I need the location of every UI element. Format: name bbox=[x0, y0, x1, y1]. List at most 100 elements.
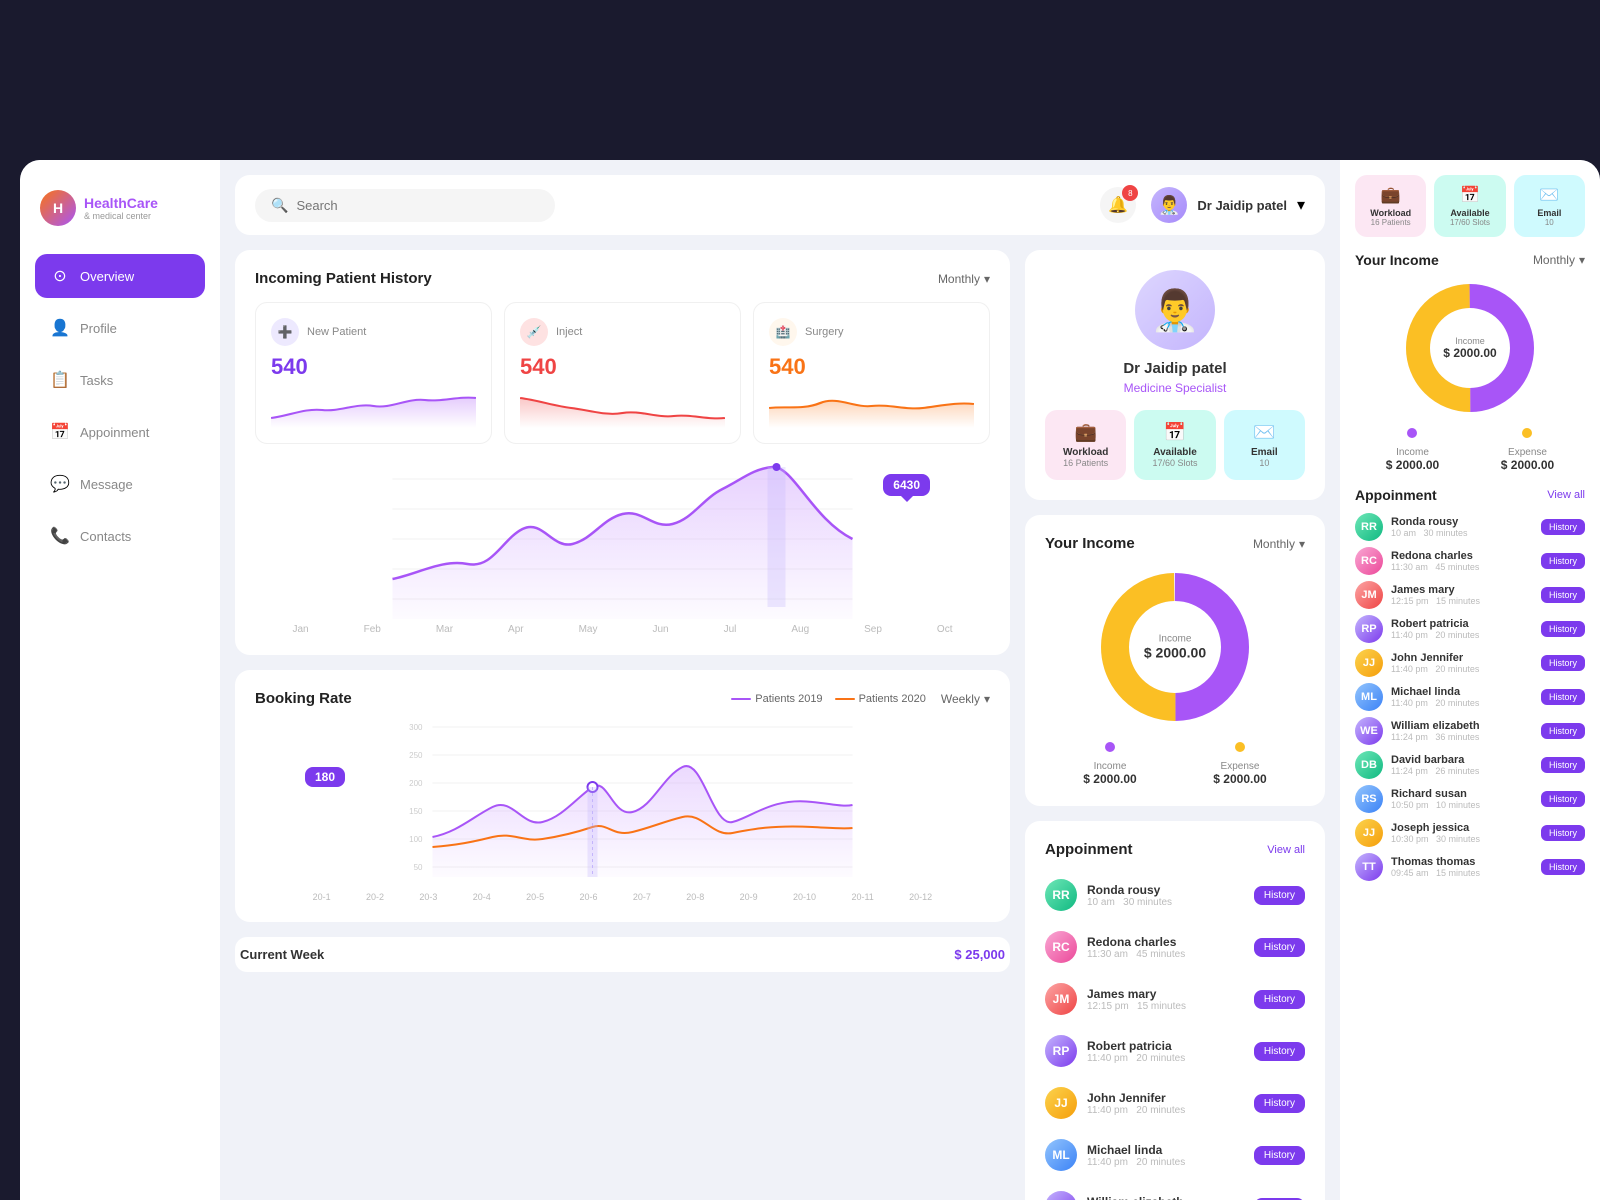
history-button[interactable]: History bbox=[1254, 1042, 1305, 1061]
sidebar-item-tasks[interactable]: 📋 Tasks bbox=[35, 358, 205, 402]
incoming-period-dropdown[interactable]: Monthly ▾ bbox=[938, 272, 990, 286]
content-grid: Incoming Patient History Monthly ▾ ➕ New… bbox=[235, 250, 1325, 1200]
rs-history-button[interactable]: History bbox=[1541, 587, 1585, 603]
svg-text:200: 200 bbox=[409, 779, 423, 788]
chevron-down-icon: ▾ bbox=[1297, 195, 1305, 215]
sidebar-item-appoinment[interactable]: 📅 Appoinment bbox=[35, 410, 205, 454]
search-input[interactable] bbox=[296, 198, 539, 213]
notification-button[interactable]: 🔔 8 bbox=[1100, 187, 1136, 223]
doctor-specialty: Medicine Specialist bbox=[1045, 381, 1305, 395]
overview-icon: ⊙ bbox=[50, 266, 70, 286]
rs-appt-avatar: JM bbox=[1355, 581, 1383, 609]
search-icon: 🔍 bbox=[271, 197, 288, 214]
appt-avatar: ML bbox=[1045, 1139, 1077, 1171]
user-avatar: 👨‍⚕️ bbox=[1151, 187, 1187, 223]
logo: H HealthCare & medical center bbox=[35, 180, 205, 246]
rs-appointment-item: RC Redona charles 11:30 am 45 minutes Hi… bbox=[1355, 547, 1585, 575]
rs-appointment-item: JJ John Jennifer 11:40 pm 20 minutes His… bbox=[1355, 649, 1585, 677]
sidebar-item-message[interactable]: 💬 Message bbox=[35, 462, 205, 506]
sidebar-item-overview[interactable]: ⊙ Overview bbox=[35, 254, 205, 298]
message-icon: 💬 bbox=[50, 474, 70, 494]
appt-view-all[interactable]: View all bbox=[1267, 844, 1305, 856]
history-button[interactable]: History bbox=[1254, 990, 1305, 1009]
appt-avatar: JJ bbox=[1045, 1087, 1077, 1119]
rs-workload-btn[interactable]: 💼 Workload 16 Patients bbox=[1355, 175, 1426, 237]
rs-appt-info: John Jennifer 11:40 pm 20 minutes bbox=[1391, 652, 1533, 674]
rs-history-button[interactable]: History bbox=[1541, 553, 1585, 569]
rs-workload-sub: 16 Patients bbox=[1361, 218, 1420, 227]
rs-appt-info: David barbara 11:24 pm 26 minutes bbox=[1391, 754, 1533, 776]
rs-donut-label: Income bbox=[1443, 336, 1496, 346]
income-period-dropdown[interactable]: Monthly ▾ bbox=[1253, 537, 1305, 551]
current-week-value: $ 25,000 bbox=[954, 947, 1005, 962]
rs-history-button[interactable]: History bbox=[1541, 689, 1585, 705]
rs-appt-section-header: Appoinment View all bbox=[1355, 487, 1585, 503]
rs-history-button[interactable]: History bbox=[1541, 621, 1585, 637]
rs-appt-time: 10 am 30 minutes bbox=[1391, 528, 1533, 538]
booking-tooltip: 180 bbox=[305, 767, 345, 787]
available-stat[interactable]: 📅 Available 17/60 Slots bbox=[1134, 410, 1215, 480]
rs-history-button[interactable]: History bbox=[1541, 723, 1585, 739]
inject-value: 540 bbox=[520, 354, 725, 380]
history-button[interactable]: History bbox=[1254, 1146, 1305, 1165]
rs-available-btn[interactable]: 📅 Available 17/60 Slots bbox=[1434, 175, 1505, 237]
left-column: Incoming Patient History Monthly ▾ ➕ New… bbox=[235, 250, 1010, 1200]
email-stat[interactable]: ✉️ Email 10 bbox=[1224, 410, 1305, 480]
rs-history-button[interactable]: History bbox=[1541, 519, 1585, 535]
rs-income-period-dropdown[interactable]: Monthly ▾ bbox=[1533, 253, 1585, 267]
sidebar-item-profile[interactable]: 👤 Profile bbox=[35, 306, 205, 350]
rs-income-donut: Income $ 2000.00 bbox=[1400, 278, 1540, 418]
rs-email-btn[interactable]: ✉️ Email 10 bbox=[1514, 175, 1585, 237]
appt-info: Ronda rousy 10 am 30 minutes bbox=[1087, 883, 1244, 908]
rs-appt-time: 11:40 pm 20 minutes bbox=[1391, 698, 1533, 708]
new-patient-value: 540 bbox=[271, 354, 476, 380]
rs-history-button[interactable]: History bbox=[1541, 655, 1585, 671]
appt-name: Michael linda bbox=[1087, 1143, 1244, 1157]
income-donut: Income $ 2000.00 bbox=[1095, 567, 1255, 727]
rs-income-title: Your Income bbox=[1355, 252, 1439, 268]
rs-history-button[interactable]: History bbox=[1541, 757, 1585, 773]
user-info[interactable]: 👨‍⚕️ Dr Jaidip patel ▾ bbox=[1151, 187, 1305, 223]
rs-appt-view-all[interactable]: View all bbox=[1547, 489, 1585, 501]
appt-time: 11:40 pm 20 minutes bbox=[1087, 1053, 1244, 1064]
inject-icon: 💉 bbox=[520, 318, 548, 346]
sidebar-item-contacts[interactable]: 📞 Contacts bbox=[35, 514, 205, 558]
search-box[interactable]: 🔍 bbox=[255, 189, 555, 222]
appt-name: Ronda rousy bbox=[1087, 883, 1244, 897]
sidebar-item-appoinment-label: Appoinment bbox=[80, 425, 149, 440]
available-label: Available bbox=[1142, 447, 1207, 458]
history-button[interactable]: History bbox=[1254, 886, 1305, 905]
appointment-item: RC Redona charles 11:30 am 45 minutes Hi… bbox=[1045, 925, 1305, 969]
rs-appt-time: 10:30 pm 30 minutes bbox=[1391, 834, 1533, 844]
available-icon: 📅 bbox=[1142, 422, 1207, 443]
stat-new-patient: ➕ New Patient 540 bbox=[255, 302, 492, 444]
rs-appt-info: Thomas thomas 09:45 am 15 minutes bbox=[1391, 856, 1533, 878]
tasks-icon: 📋 bbox=[50, 370, 70, 390]
rs-appt-avatar: RP bbox=[1355, 615, 1383, 643]
svg-text:100: 100 bbox=[409, 835, 423, 844]
booking-x-labels: 20-120-220-320-420-5 20-620-720-820-920-… bbox=[255, 892, 990, 902]
booking-period-dropdown[interactable]: Weekly ▾ bbox=[941, 692, 990, 706]
history-button[interactable]: History bbox=[1254, 1094, 1305, 1113]
rs-appt-info: Joseph jessica 10:30 pm 30 minutes bbox=[1391, 822, 1533, 844]
incoming-patient-card: Incoming Patient History Monthly ▾ ➕ New… bbox=[235, 250, 1010, 655]
rs-history-button[interactable]: History bbox=[1541, 825, 1585, 841]
rs-appt-avatar: ML bbox=[1355, 683, 1383, 711]
rs-history-button[interactable]: History bbox=[1541, 791, 1585, 807]
doctor-card: 👨‍⚕️ Dr Jaidip patel Medicine Specialist… bbox=[1025, 250, 1325, 500]
header: 🔍 🔔 8 👨‍⚕️ Dr Jaidip patel ▾ bbox=[235, 175, 1325, 235]
stat-inject: 💉 Inject 540 bbox=[504, 302, 741, 444]
contacts-icon: 📞 bbox=[50, 526, 70, 546]
workload-stat[interactable]: 💼 Workload 16 Patients bbox=[1045, 410, 1126, 480]
stats-row: ➕ New Patient 540 bbox=[255, 302, 990, 444]
rs-appt-name: William elizabeth bbox=[1391, 720, 1533, 732]
income-leg-income: Income $ 2000.00 bbox=[1083, 742, 1136, 786]
surgery-value: 540 bbox=[769, 354, 974, 380]
history-button[interactable]: History bbox=[1254, 938, 1305, 957]
email-icon: ✉️ bbox=[1232, 422, 1297, 443]
appt-avatar: JM bbox=[1045, 983, 1077, 1015]
logo-subtitle: & medical center bbox=[84, 211, 158, 221]
appt-time: 12:15 pm 15 minutes bbox=[1087, 1001, 1244, 1012]
rs-history-button[interactable]: History bbox=[1541, 859, 1585, 875]
rs-appt-name: James mary bbox=[1391, 584, 1533, 596]
